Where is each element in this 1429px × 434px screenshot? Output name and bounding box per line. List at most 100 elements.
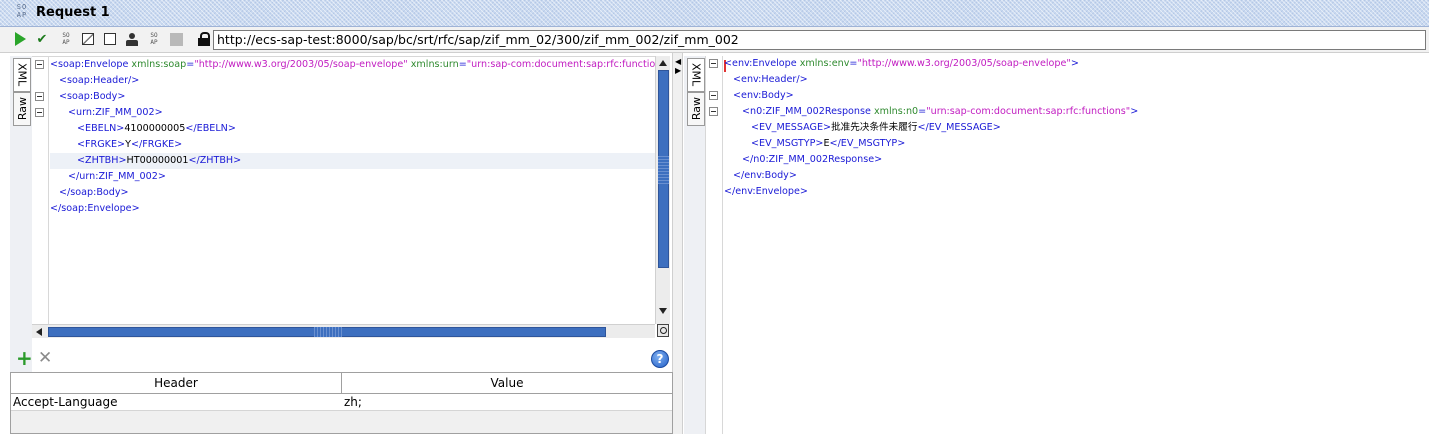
code-line[interactable]: <env:Body>: [724, 88, 1429, 104]
code-token: "urn:sap-com:document:sap:rfc:functions": [926, 106, 1131, 117]
code-line[interactable]: <urn:ZIF_MM_002>: [50, 105, 655, 121]
lock-icon: [196, 31, 212, 47]
code-token: <urn:ZIF_MM_002>: [68, 107, 163, 118]
code-token: </ZHTBH>: [188, 155, 242, 166]
code-line[interactable]: <soap:Body>: [50, 89, 655, 105]
column-header[interactable]: Header: [11, 373, 341, 394]
tab-request-raw[interactable]: Raw: [13, 92, 31, 126]
code-token: >: [1130, 106, 1139, 117]
fold-toggle-icon[interactable]: [35, 108, 44, 117]
response-xml-editor[interactable]: <env:Envelope xmlns:env = "http://www.w3.o…: [705, 56, 1429, 434]
play-icon[interactable]: [12, 31, 28, 47]
gray-square-icon[interactable]: [168, 31, 184, 47]
code-token: </EBELN>: [185, 123, 236, 134]
code-line[interactable]: </n0:ZIF_MM_002Response>: [724, 152, 1429, 168]
code-token: xmlns:urn: [410, 59, 459, 70]
code-line[interactable]: </soap:Envelope>: [50, 201, 655, 217]
code-token: =: [918, 106, 927, 117]
code-token: <soap:Body>: [59, 91, 126, 102]
code-line[interactable]: <env:Header/>: [724, 72, 1429, 88]
tab-response-raw[interactable]: Raw: [687, 92, 705, 126]
code-token: </EV_MESSAGE>: [917, 122, 1001, 133]
title-bar: SO AP Request 1: [0, 0, 1429, 27]
code-line[interactable]: <EV_MSGTYP>E</EV_MSGTYP>: [724, 136, 1429, 152]
code-token: </urn:ZIF_MM_002>: [68, 171, 166, 182]
add-header-icon[interactable]: +: [16, 348, 33, 368]
endpoint-url-input[interactable]: http://ecs-sap-test:8000/sap/bc/srt/rfc/…: [213, 30, 1426, 50]
code-line[interactable]: <n0:ZIF_MM_002Response xmlns:n0="urn:sap…: [724, 104, 1429, 120]
code-token: =: [458, 59, 467, 70]
request-code[interactable]: <soap:Envelope xmlns:soap = "http://www.w3…: [50, 57, 655, 217]
code-token: <n0:ZIF_MM_002Response: [742, 106, 874, 117]
code-line[interactable]: </soap:Body>: [50, 185, 655, 201]
panel-splitter[interactable]: ◀ ▶: [672, 53, 683, 434]
image-icon[interactable]: [80, 31, 96, 47]
headers-table: Header Value Accept-Language zh;: [10, 372, 673, 434]
fold-toggle-icon[interactable]: [35, 92, 44, 101]
code-line[interactable]: <soap:Header/>: [50, 73, 655, 89]
request-vertical-scrollbar[interactable]: [655, 56, 670, 324]
fold-toggle-icon[interactable]: [709, 107, 718, 116]
code-token: <soap:Header/>: [59, 75, 140, 86]
remove-header-icon[interactable]: ✕: [38, 350, 52, 367]
fold-toggle-icon[interactable]: [709, 91, 718, 100]
fold-toggle-icon[interactable]: [709, 59, 718, 68]
code-token: <FRGKE>: [77, 139, 126, 150]
code-token: <soap:Envelope: [50, 59, 132, 70]
code-token: <ZHTBH>: [77, 155, 127, 166]
soap-logo-icon: SO AP: [16, 3, 28, 19]
code-token: <env:Body>: [733, 90, 794, 101]
code-token: </env:Body>: [733, 170, 797, 181]
code-token: xmlns:n0: [873, 106, 919, 117]
code-token: >: [1070, 58, 1079, 69]
code-token: "http://www.w3.org/2003/05/soap-envelope…: [194, 59, 408, 70]
help-icon[interactable]: ?: [651, 350, 669, 368]
column-value[interactable]: Value: [342, 373, 672, 394]
code-token: xmlns:env: [799, 58, 850, 69]
code-line[interactable]: <EBELN>4100000005</EBELN>: [50, 121, 655, 137]
window-title: Request 1: [36, 5, 110, 20]
response-code[interactable]: <env:Envelope xmlns:env = "http://www.w3.o…: [724, 56, 1429, 200]
code-token: "urn:sap-com:document:sap:rfc:functio: [466, 59, 655, 70]
header-name-cell[interactable]: Accept-Language: [13, 394, 117, 411]
code-token: <EV_MESSAGE>: [751, 122, 832, 133]
code-token: </env:Envelope>: [724, 186, 808, 197]
collapse-arrows-icon[interactable]: ◀ ▶: [675, 57, 681, 75]
code-token: 4100000005: [124, 123, 186, 134]
check-icon[interactable]: ✔: [34, 31, 50, 47]
header-value-cell[interactable]: zh;: [344, 394, 362, 411]
code-token: </EV_MSGTYP>: [829, 138, 906, 149]
code-line[interactable]: </env:Envelope>: [724, 184, 1429, 200]
code-token: xmlns:soap: [131, 59, 187, 70]
user-icon[interactable]: [124, 31, 140, 47]
request-horizontal-scrollbar[interactable]: [32, 324, 683, 338]
code-token: <env:Header/>: [733, 74, 808, 85]
code-token: <EV_MSGTYP>: [751, 138, 824, 149]
code-line[interactable]: <ZHTBH>HT00000001</ZHTBH>: [50, 153, 655, 169]
request-toolbar: ✔ SO AP SO AP http://ecs-sap-test:8000/sap…: [0, 27, 1429, 53]
soap-logo-icon[interactable]: SO AP: [146, 31, 162, 47]
code-line[interactable]: </env:Body>: [724, 168, 1429, 184]
square-icon[interactable]: [102, 31, 118, 47]
soap-logo-icon[interactable]: SO AP: [58, 31, 74, 47]
tab-response-xml[interactable]: XML: [687, 58, 705, 92]
fold-toggle-icon[interactable]: [35, 60, 44, 69]
code-token: </soap:Body>: [59, 187, 129, 198]
tab-request-xml[interactable]: XML: [13, 58, 31, 92]
headers-table-head: Header Value: [11, 373, 672, 394]
code-token: </FRGKE>: [130, 139, 183, 150]
code-token: </soap:Envelope>: [50, 203, 140, 214]
code-token: "http://www.w3.org/2003/05/soap-envelope…: [857, 58, 1071, 69]
code-token: <env:Envelope: [724, 58, 800, 69]
code-token: </n0:ZIF_MM_002Response>: [742, 154, 883, 165]
code-token: <EBELN>: [77, 123, 125, 134]
code-line[interactable]: <soap:Envelope xmlns:soap = "http://www.w3…: [50, 57, 655, 73]
code-line[interactable]: <EV_MESSAGE>批准先决条件未履行</EV_MESSAGE>: [724, 120, 1429, 136]
code-token: HT00000001: [126, 155, 189, 166]
code-line[interactable]: <FRGKE>Y</FRGKE>: [50, 137, 655, 153]
code-line[interactable]: </urn:ZIF_MM_002>: [50, 169, 655, 185]
zoom-icon[interactable]: [657, 324, 669, 337]
request-xml-editor[interactable]: <soap:Envelope xmlns:soap = "http://www.w3…: [32, 56, 655, 324]
code-line[interactable]: <env:Envelope xmlns:env="http://www.w3.o…: [724, 56, 1429, 72]
table-row[interactable]: Accept-Language zh;: [11, 394, 672, 411]
